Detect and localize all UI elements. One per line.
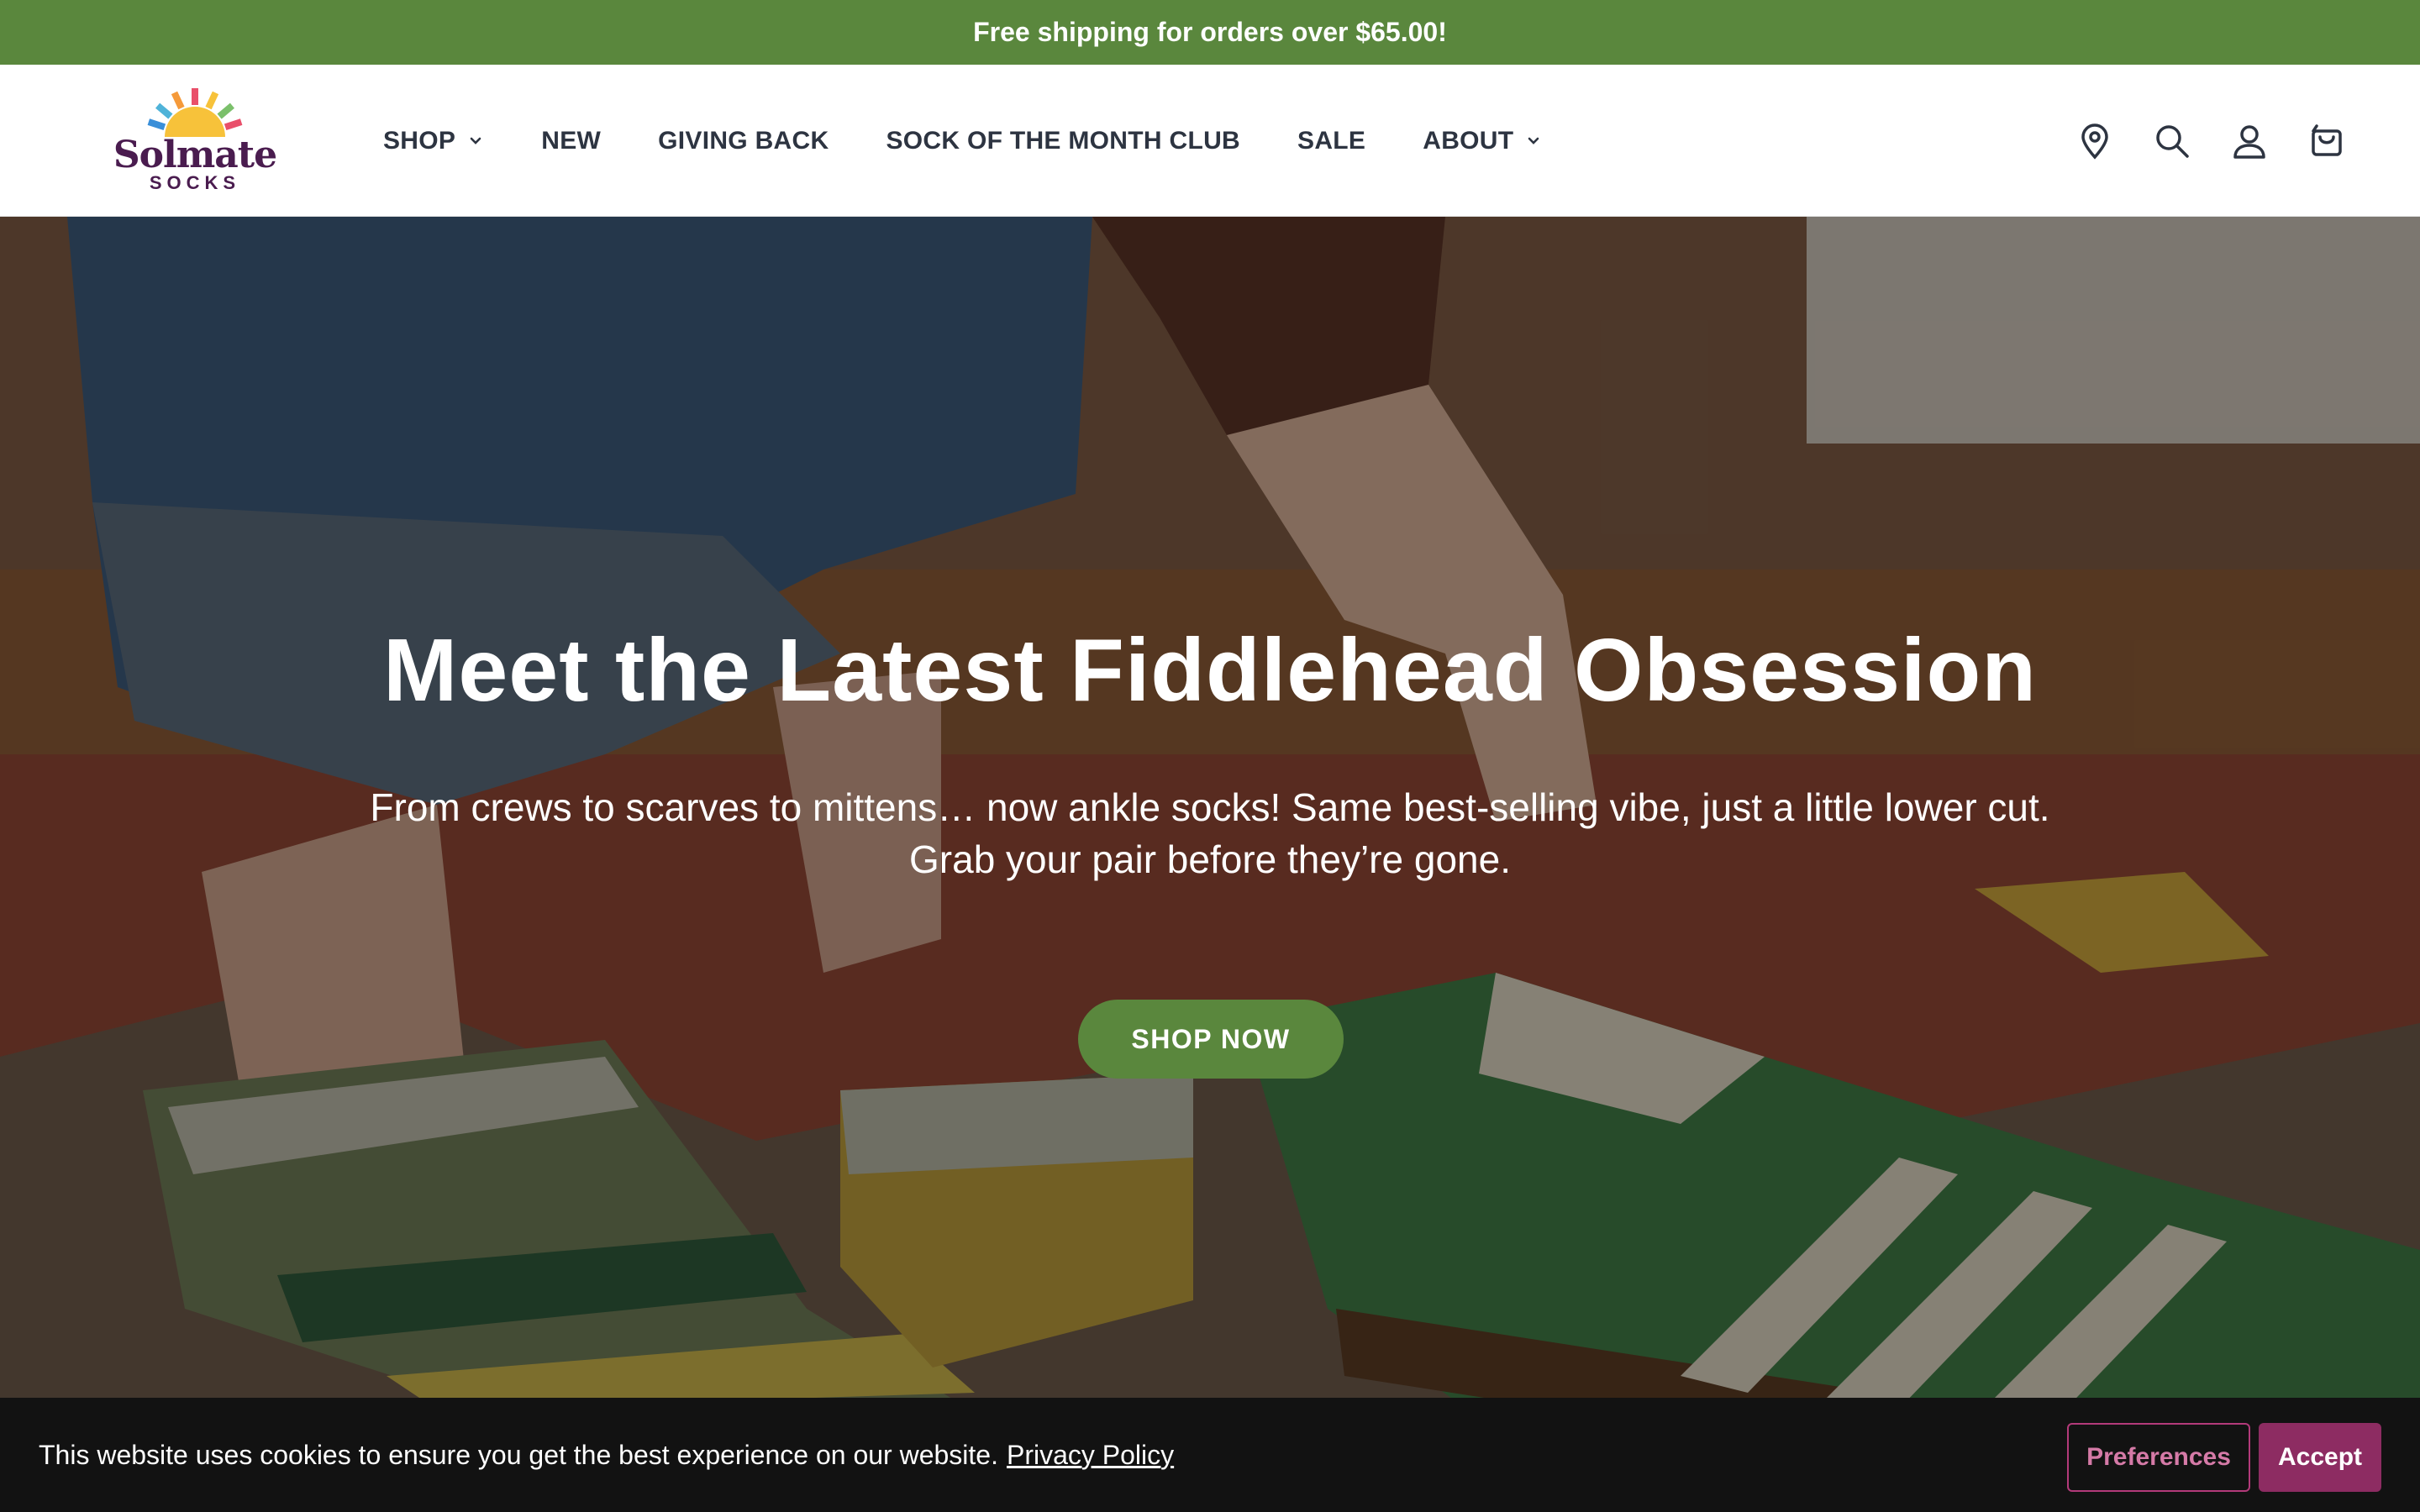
- search-icon[interactable]: [2153, 122, 2191, 160]
- announcement-bar: Free shipping for orders over $65.00!: [0, 0, 2420, 65]
- privacy-policy-link[interactable]: Privacy Policy: [1007, 1440, 1174, 1471]
- logo-subtext: SOCKS: [149, 172, 241, 193]
- hero-title: Meet the Latest Fiddlehead Obsession: [383, 621, 2037, 720]
- nav-sale-label: SALE: [1297, 126, 1366, 155]
- nav-giving-back-label: GIVING BACK: [658, 126, 829, 155]
- nav-new[interactable]: NEW: [541, 127, 601, 155]
- logo-wordmark: Solmate: [113, 134, 277, 176]
- nav-sock-of-the-month-club[interactable]: SOCK OF THE MONTH CLUB: [886, 127, 1240, 155]
- nav-sale[interactable]: SALE: [1297, 127, 1365, 155]
- location-pin-icon[interactable]: [2075, 122, 2114, 160]
- chevron-down-icon: [1528, 137, 1539, 144]
- shop-now-button[interactable]: SHOP NOW: [1078, 1000, 1344, 1079]
- hero-subtitle: From crews to scarves to mittens… now an…: [370, 785, 2050, 881]
- hero-content: Meet the Latest Fiddlehead Obsession Fro…: [0, 217, 2420, 1401]
- account-icon[interactable]: [2230, 122, 2269, 160]
- cookie-message-row: This website uses cookies to ensure you …: [39, 1398, 1174, 1512]
- nav-shop[interactable]: SHOP: [383, 127, 484, 155]
- nav-shop-label: SHOP: [383, 126, 456, 155]
- hero-banner: Meet the Latest Fiddlehead Obsession Fro…: [0, 217, 2420, 1401]
- nav-about[interactable]: ABOUT: [1423, 127, 1542, 155]
- cart-icon[interactable]: [2307, 122, 2346, 160]
- site-header: Solmate SOCKS SHOP NEW GIVING BACK SOCK …: [0, 65, 2420, 217]
- accept-button[interactable]: Accept: [2259, 1423, 2381, 1492]
- sunburst-logo-icon: [147, 88, 243, 137]
- logo[interactable]: Solmate SOCKS: [111, 88, 279, 193]
- chevron-down-icon: [470, 137, 481, 144]
- nav-new-label: NEW: [541, 126, 602, 155]
- main-nav: SHOP NEW GIVING BACK SOCK OF THE MONTH C…: [383, 65, 1599, 217]
- header-icons: [2075, 65, 2346, 217]
- cookie-message: This website uses cookies to ensure you …: [39, 1439, 998, 1470]
- nav-about-label: ABOUT: [1423, 126, 1514, 155]
- announcement-text: Free shipping for orders over $65.00!: [973, 17, 1447, 47]
- cookie-banner: This website uses cookies to ensure you …: [0, 1398, 2420, 1512]
- preferences-button[interactable]: Preferences: [2067, 1423, 2250, 1492]
- nav-giving-back[interactable]: GIVING BACK: [658, 127, 829, 155]
- nav-sock-club-label: SOCK OF THE MONTH CLUB: [886, 126, 1241, 155]
